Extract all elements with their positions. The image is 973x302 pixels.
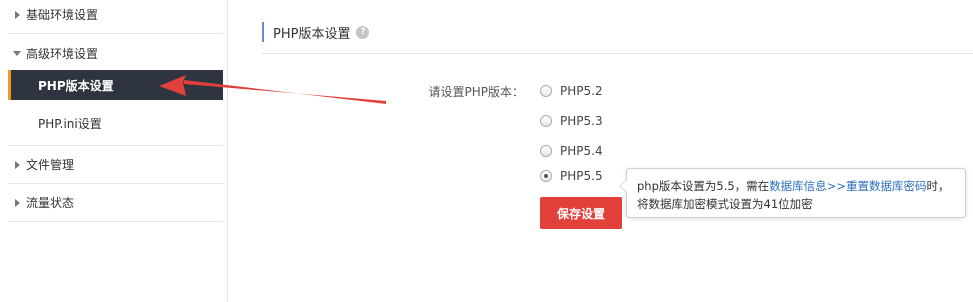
- radio-button[interactable]: [540, 145, 552, 157]
- reset-db-password-link[interactable]: 重置数据库密码: [846, 179, 927, 193]
- radio-label: PHP5.3: [560, 114, 603, 128]
- sidebar-group-basic-env[interactable]: 基础环境设置: [8, 0, 223, 34]
- sidebar-group-label: 基础环境设置: [26, 8, 99, 22]
- caret-down-icon: [8, 50, 26, 56]
- divider: [262, 53, 973, 54]
- section-title: PHP版本设置 ?: [262, 22, 370, 42]
- tooltip-line-2: 将数据库加密模式设置为41位加密: [637, 197, 813, 211]
- sidebar-item-label: PHP版本设置: [38, 78, 114, 93]
- sidebar-item-php-version[interactable]: PHP版本设置: [8, 70, 223, 100]
- caret-right-icon: [8, 198, 26, 207]
- radio-button[interactable]: [540, 115, 552, 127]
- radio-php52[interactable]: PHP5.2: [540, 84, 603, 98]
- breadcrumb-separator: >>: [826, 179, 846, 193]
- tooltip-php55-notice: php版本设置为5.5，需在数据库信息>>重置数据库密码时， 将数据库加密模式设…: [619, 168, 966, 218]
- sidebar-group-label: 文件管理: [26, 158, 75, 172]
- section-title-text: PHP版本设置: [273, 26, 351, 42]
- caret-right-icon: [8, 10, 26, 19]
- sidebar-group-label: 流量状态: [26, 196, 75, 210]
- radio-label: PHP5.4: [560, 144, 603, 158]
- sidebar: 基础环境设置 高级环境设置 PHP版本设置 PHP.ini设置 文件管理 流量状…: [0, 0, 228, 302]
- radio-php54[interactable]: PHP5.4: [540, 144, 603, 158]
- radio-label: PHP5.5: [560, 169, 603, 183]
- tooltip-text: php版本设置为5.5，需在: [637, 179, 770, 193]
- radio-label: PHP5.2: [560, 84, 603, 98]
- caret-right-icon: [8, 160, 26, 169]
- save-settings-button[interactable]: 保存设置: [540, 197, 622, 229]
- database-info-link[interactable]: 数据库信息: [769, 179, 827, 193]
- sidebar-group-file-manage[interactable]: 文件管理: [8, 146, 223, 184]
- php-version-label: 请设置PHP版本：: [428, 85, 525, 99]
- radio-php55[interactable]: PHP5.5: [540, 169, 603, 183]
- tooltip-arrow: [619, 179, 627, 193]
- radio-php53[interactable]: PHP5.3: [540, 114, 603, 128]
- sidebar-group-traffic-status[interactable]: 流量状态: [8, 184, 223, 222]
- sidebar-item-php-ini[interactable]: PHP.ini设置: [8, 108, 223, 138]
- tooltip-line-1: php版本设置为5.5，需在数据库信息>>重置数据库密码时，: [637, 177, 955, 195]
- sidebar-item-label: PHP.ini设置: [38, 116, 102, 131]
- sidebar-group-advanced-env[interactable]: 高级环境设置: [8, 34, 223, 72]
- tooltip-text: 时，: [926, 179, 950, 193]
- radio-button-checked[interactable]: [540, 170, 552, 182]
- help-icon[interactable]: ?: [356, 25, 370, 39]
- radio-button[interactable]: [540, 85, 552, 97]
- sidebar-group-label: 高级环境设置: [26, 46, 99, 61]
